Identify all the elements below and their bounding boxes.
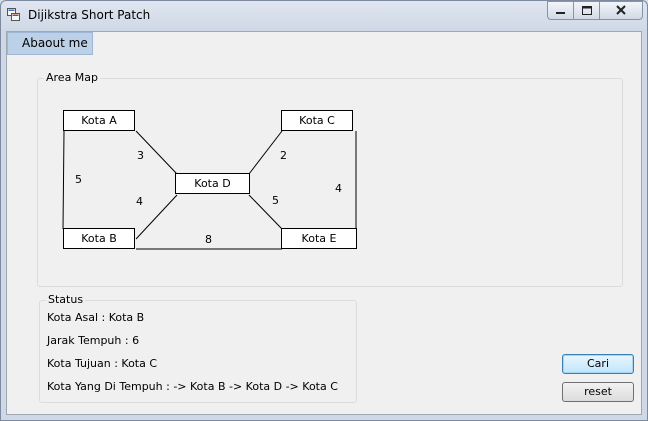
edge-a-b: [62, 130, 65, 230]
status-label: Status: [46, 293, 86, 306]
node-kota-d: Kota D: [175, 173, 250, 194]
node-kota-e: Kota E: [281, 228, 357, 249]
minimize-icon: [556, 12, 565, 14]
weight-a-d: 3: [137, 149, 144, 162]
window-title: Dijikstra Short Patch: [28, 8, 151, 22]
weight-c-e: 4: [335, 182, 342, 195]
maximize-button[interactable]: [573, 1, 600, 20]
weight-d-e: 5: [272, 194, 279, 207]
status-distance: Jarak Tempuh : 6: [47, 334, 140, 347]
node-kota-c: Kota C: [281, 110, 353, 131]
status-group: Status Kota Asal : Kota B Jarak Tempuh :…: [39, 293, 357, 403]
status-path: Kota Yang Di Tempuh : -> Kota B -> Kota …: [47, 380, 338, 393]
menu-bar: Abaout me: [7, 32, 641, 55]
node-kota-b: Kota B: [63, 228, 135, 249]
search-button[interactable]: Cari: [562, 354, 634, 374]
weight-c-d: 2: [280, 149, 287, 162]
weight-a-b: 5: [75, 173, 82, 186]
client-area: Abaout me Area Map Kota A Kota C Kota D …: [6, 31, 642, 415]
app-icon: [7, 8, 20, 21]
maximize-icon: [582, 6, 592, 15]
close-button[interactable]: [599, 1, 643, 20]
area-map-group: Area Map Kota A Kota C Kota D Kota B Kot…: [37, 71, 623, 287]
reset-button[interactable]: reset: [562, 382, 634, 402]
app-window: Dijikstra Short Patch Abaout me Area Map: [0, 0, 648, 421]
status-destination: Kota Tujuan : Kota C: [47, 357, 158, 370]
close-icon: [616, 5, 626, 15]
minimize-button[interactable]: [547, 1, 574, 20]
weight-b-e: 8: [205, 233, 212, 246]
title-bar[interactable]: Dijikstra Short Patch: [1, 1, 647, 30]
status-origin: Kota Asal : Kota B: [47, 311, 145, 324]
menu-item-about[interactable]: Abaout me: [7, 32, 93, 55]
edge-c-d: [248, 130, 283, 175]
weight-b-d: 4: [136, 195, 143, 208]
node-kota-a: Kota A: [63, 110, 135, 131]
